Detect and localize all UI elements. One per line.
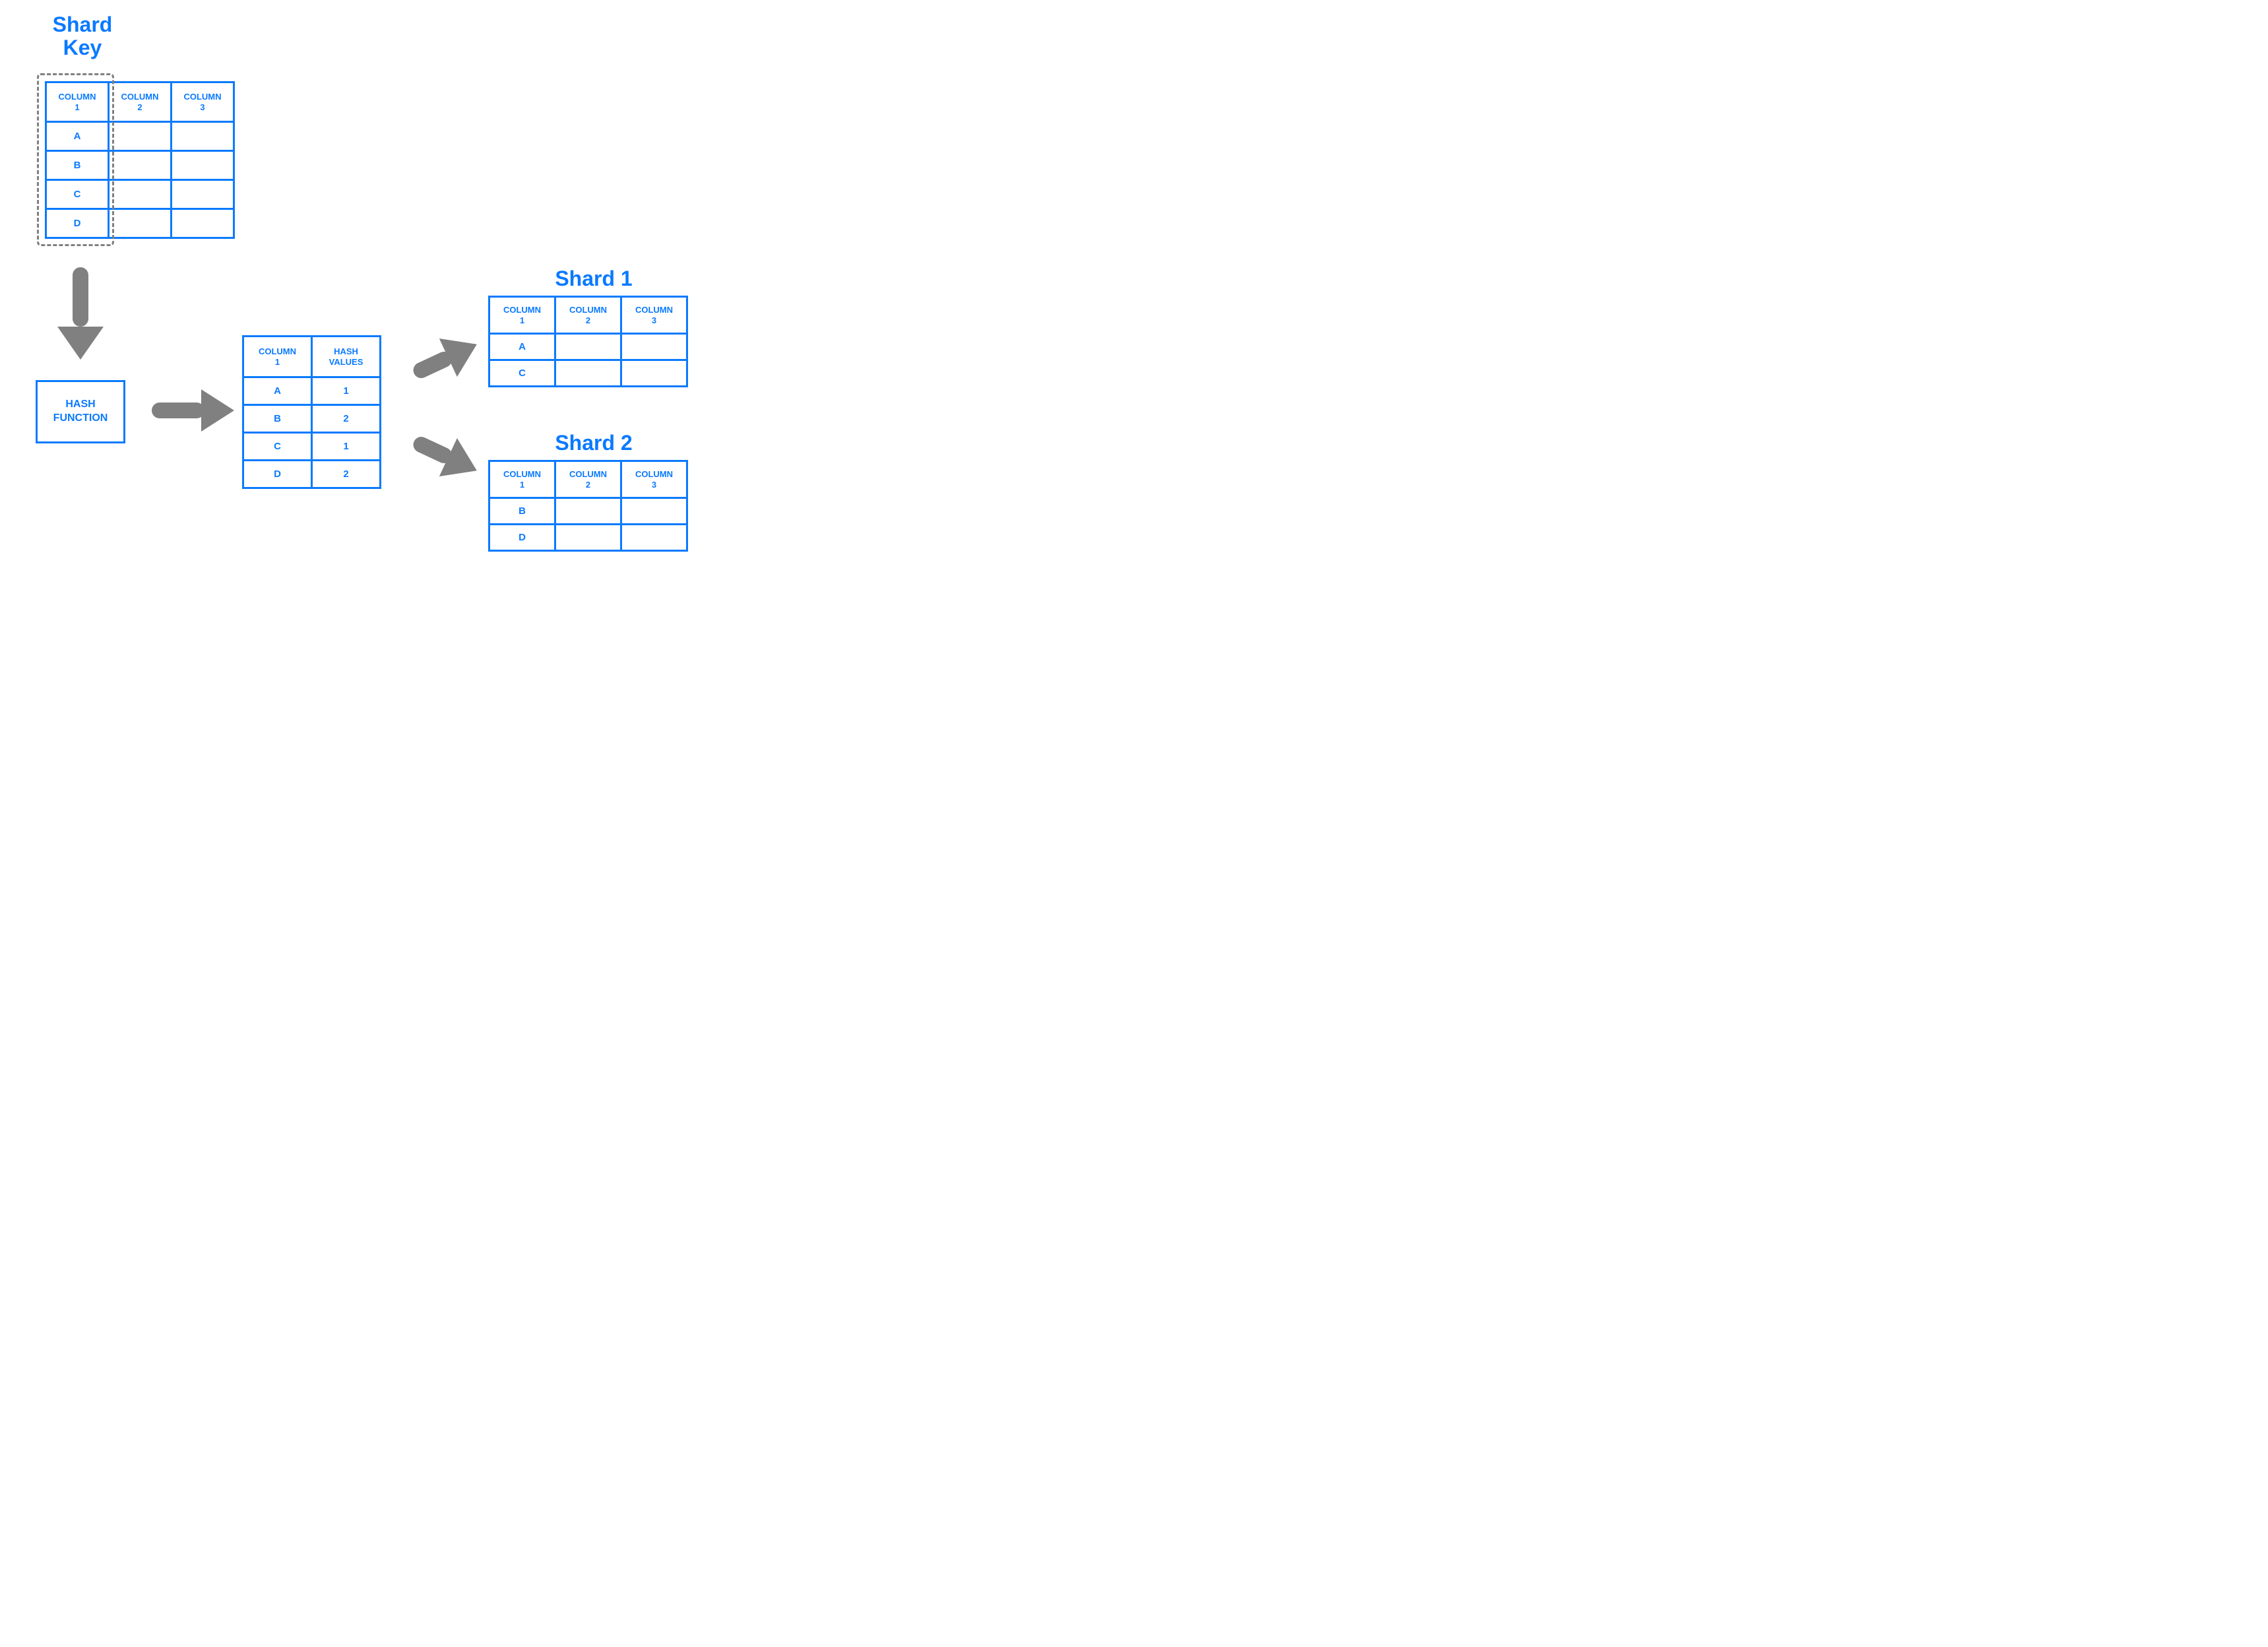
table-row: A1 bbox=[243, 377, 381, 405]
source-table: COLUMN1 COLUMN2 COLUMN3 A B C D bbox=[45, 81, 235, 239]
arrow-down-icon bbox=[54, 261, 107, 360]
table-row: A bbox=[46, 122, 234, 151]
src-header-1: COLUMN1 bbox=[46, 82, 109, 122]
s1-cell: A bbox=[489, 334, 555, 360]
arrow-down-right-icon bbox=[408, 422, 480, 488]
hash-val: 1 bbox=[312, 377, 381, 405]
s1-header-3: COLUMN3 bbox=[621, 297, 687, 334]
s2-cell: D bbox=[489, 525, 555, 551]
shard2-title: Shard 2 bbox=[528, 432, 660, 455]
src-cell: B bbox=[46, 151, 109, 180]
table-row: C1 bbox=[243, 433, 381, 461]
src-header-3: COLUMN3 bbox=[172, 82, 234, 122]
hash-header-1: COLUMN1 bbox=[243, 337, 312, 377]
table-row: B2 bbox=[243, 405, 381, 433]
s2-cell: B bbox=[489, 498, 555, 525]
hash-val: 2 bbox=[312, 461, 381, 488]
s1-header-2: COLUMN2 bbox=[555, 297, 621, 334]
table-row: B bbox=[46, 151, 234, 180]
shard2-table: COLUMN1 COLUMN2 COLUMN3 B D bbox=[488, 460, 688, 552]
s2-header-2: COLUMN2 bbox=[555, 461, 621, 498]
arrow-right-icon bbox=[148, 384, 234, 437]
s2-header-3: COLUMN3 bbox=[621, 461, 687, 498]
table-row: C bbox=[46, 180, 234, 209]
table-row: D bbox=[489, 525, 687, 551]
hash-header-2: HASHVALUES bbox=[312, 337, 381, 377]
src-header-2: COLUMN2 bbox=[109, 82, 172, 122]
src-cell: C bbox=[46, 180, 109, 209]
table-row: B bbox=[489, 498, 687, 525]
table-row: A bbox=[489, 334, 687, 360]
s1-header-1: COLUMN1 bbox=[489, 297, 555, 334]
hash-table: COLUMN1 HASHVALUES A1 B2 C1 D2 bbox=[242, 335, 381, 489]
hash-val: 2 bbox=[312, 405, 381, 433]
hash-key: B bbox=[243, 405, 312, 433]
hash-function-box: HASHFUNCTION bbox=[36, 380, 125, 443]
shard1-title: Shard 1 bbox=[528, 267, 660, 290]
shard1-table: COLUMN1 COLUMN2 COLUMN3 A C bbox=[488, 296, 688, 387]
shard-key-title: ShardKey bbox=[40, 13, 125, 59]
s2-header-1: COLUMN1 bbox=[489, 461, 555, 498]
hash-key: A bbox=[243, 377, 312, 405]
src-cell: A bbox=[46, 122, 109, 151]
hash-val: 1 bbox=[312, 433, 381, 461]
hash-key: D bbox=[243, 461, 312, 488]
table-row: D2 bbox=[243, 461, 381, 488]
hash-key: C bbox=[243, 433, 312, 461]
arrow-up-right-icon bbox=[408, 327, 480, 393]
hash-function-label: HASHFUNCTION bbox=[53, 398, 108, 426]
s1-cell: C bbox=[489, 360, 555, 387]
table-row: C bbox=[489, 360, 687, 387]
table-row: D bbox=[46, 209, 234, 238]
src-cell: D bbox=[46, 209, 109, 238]
